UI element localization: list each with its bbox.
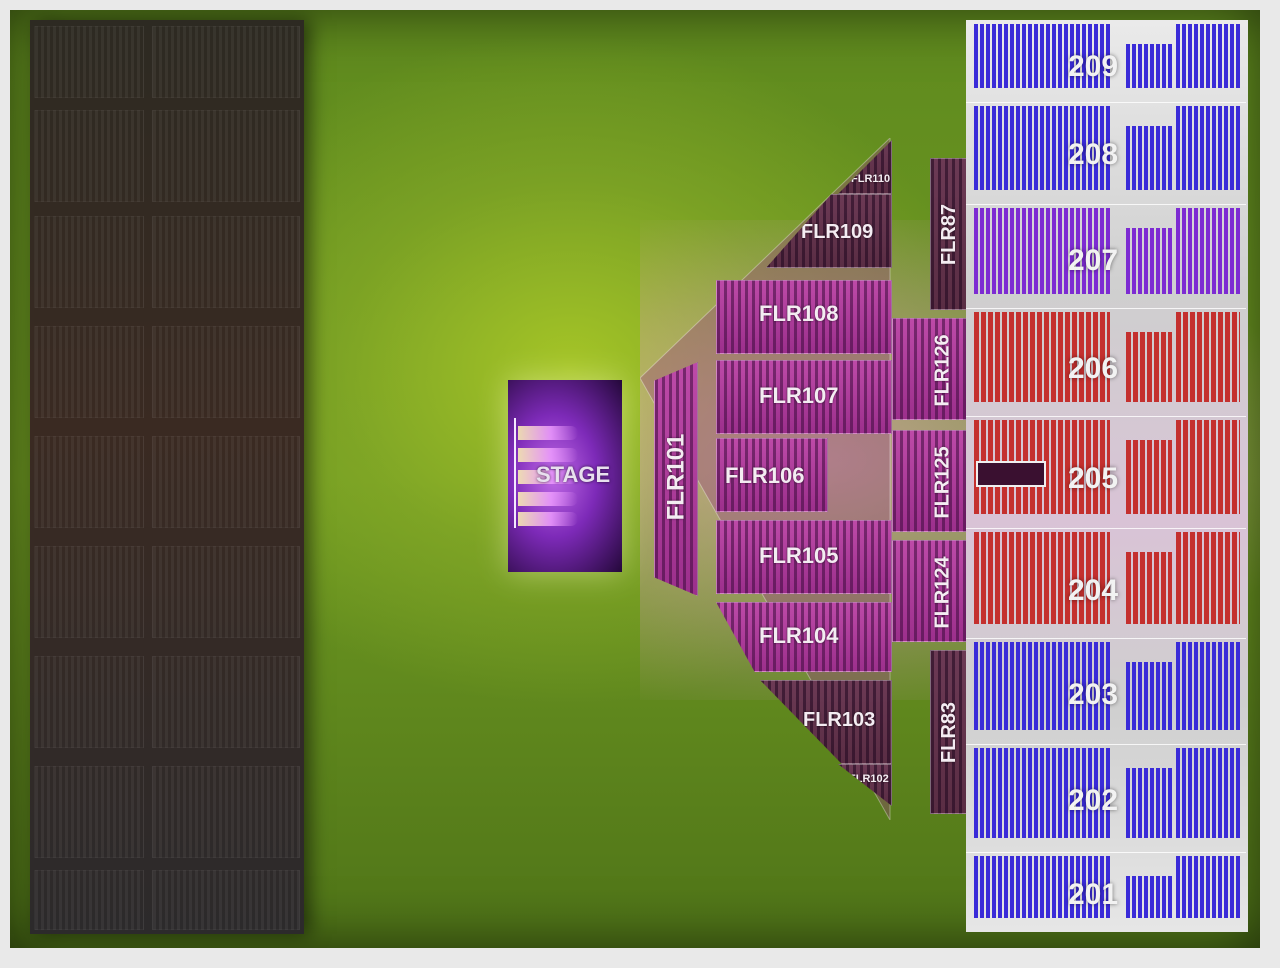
section-207[interactable]: 207 (966, 204, 1246, 309)
seat-block (1176, 312, 1240, 402)
stage-light (518, 448, 578, 462)
seat-block (1126, 662, 1172, 730)
section-flr106[interactable]: FLR106 (716, 438, 828, 512)
stage-light (518, 512, 578, 526)
seat-block (1126, 440, 1172, 514)
stage-light (518, 426, 578, 440)
section-label: FLR124 (931, 556, 954, 629)
dark-seat-block (152, 656, 300, 748)
section-flr101[interactable]: FLR101 (654, 362, 698, 596)
dark-seat-block (152, 326, 300, 418)
dark-seat-block (34, 110, 144, 202)
seat-block (1176, 642, 1240, 730)
section-206[interactable]: 206 (966, 308, 1246, 417)
seat-block (1176, 856, 1240, 918)
section-flr105[interactable]: FLR105 (716, 520, 892, 594)
seat-block (1126, 332, 1172, 402)
section-label: FLR107 (759, 383, 839, 408)
dark-seat-block (34, 870, 144, 930)
section-label: FLR83 (938, 701, 961, 764)
section-label: FLR104 (759, 623, 839, 648)
section-number: 201 (1068, 878, 1119, 911)
section-label: FLR103 (803, 709, 876, 731)
section-number: 203 (1068, 678, 1119, 711)
section-flr87[interactable]: FLR87 (930, 158, 968, 310)
seat-block (1176, 208, 1240, 294)
section-number: 208 (1068, 138, 1119, 171)
stage-label: STAGE (536, 462, 611, 487)
dark-seat-block (152, 26, 300, 98)
seat-block (1176, 24, 1240, 88)
seat-block (1126, 876, 1172, 918)
seat-block (1176, 532, 1240, 624)
section-flr108[interactable]: FLR108 (716, 280, 892, 354)
section-number: 202 (1068, 784, 1119, 817)
section-208[interactable]: 208 (966, 102, 1246, 205)
seat-block (1176, 106, 1240, 190)
seat-block (1126, 228, 1172, 294)
vomitory-tunnel (976, 461, 1046, 487)
seat-block (1126, 44, 1172, 88)
dark-seat-block (152, 110, 300, 202)
dark-seat-block (34, 216, 144, 308)
stage-light (518, 492, 578, 506)
section-number: 207 (1068, 244, 1119, 277)
seat-block (1126, 768, 1172, 838)
dark-seat-block (34, 546, 144, 638)
arena-map: STAGE FLR101 FLR110 FLR109 FLR108 FLR107… (10, 10, 1260, 948)
dark-seat-block (34, 436, 144, 528)
seat-block (1126, 552, 1172, 624)
section-flr107[interactable]: FLR107 (716, 360, 892, 434)
section-flr124[interactable]: FLR124 (892, 540, 968, 642)
section-label: FLR105 (759, 543, 839, 568)
lighting-truss (514, 418, 516, 528)
section-203[interactable]: 203 (966, 638, 1246, 745)
section-label: FLR108 (759, 301, 839, 326)
dark-seat-block (152, 216, 300, 308)
seat-block (1176, 420, 1240, 514)
dark-seat-block (34, 656, 144, 748)
dark-seat-block (34, 326, 144, 418)
dark-seat-block (152, 436, 300, 528)
section-flr125[interactable]: FLR125 (892, 430, 968, 532)
seat-block (1126, 126, 1172, 190)
section-label: FLR106 (725, 463, 805, 488)
section-number: 205 (1068, 462, 1119, 495)
section-209[interactable]: 209 (966, 20, 1246, 103)
section-number: 204 (1068, 574, 1119, 607)
section-204[interactable]: 204 (966, 528, 1246, 639)
dark-seat-block (34, 26, 144, 98)
dark-seat-block (152, 766, 300, 858)
dark-seat-block (152, 870, 300, 930)
section-number: 209 (1068, 50, 1119, 83)
section-flr126[interactable]: FLR126 (892, 318, 968, 420)
unavailable-seating-area (30, 20, 304, 934)
stage[interactable]: STAGE (508, 380, 622, 572)
dark-seat-block (34, 766, 144, 858)
section-label: FLR87 (938, 203, 961, 266)
section-label: FLR125 (931, 446, 954, 519)
section-label: FLR126 (931, 334, 954, 407)
section-flr83[interactable]: FLR83 (930, 650, 968, 814)
section-label: FLR101 (662, 433, 690, 521)
section-label: FLR109 (801, 221, 874, 243)
section-number: 206 (1068, 352, 1119, 385)
section-201[interactable]: 201 (966, 852, 1246, 932)
dark-seat-block (152, 546, 300, 638)
seat-block (1176, 748, 1240, 838)
section-202[interactable]: 202 (966, 744, 1246, 853)
